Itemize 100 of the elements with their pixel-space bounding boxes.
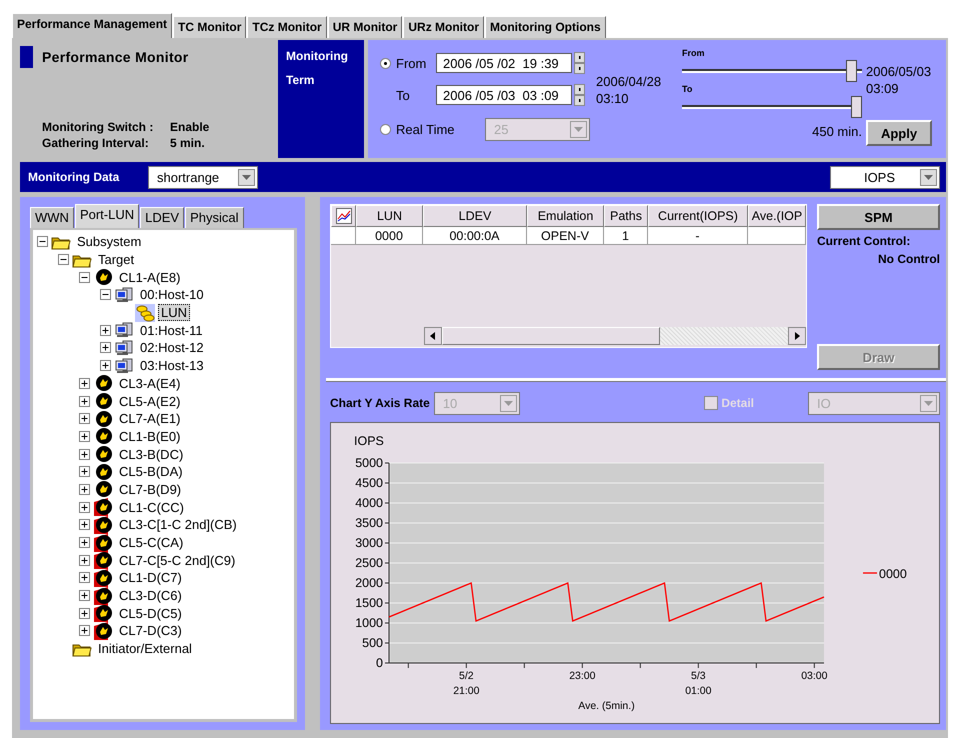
minus-box-icon[interactable]	[100, 289, 111, 300]
tree-item[interactable]: CL1-D(C7)	[116, 569, 185, 586]
plus-box-icon[interactable]	[79, 378, 90, 389]
plus-box-icon[interactable]	[79, 430, 90, 442]
tree-item[interactable]: 02:Host-12	[137, 339, 207, 356]
computer-icon	[114, 340, 134, 356]
term-title: Term	[286, 73, 314, 87]
column-header[interactable]: Current(IOPS)	[648, 205, 748, 227]
tree-item[interactable]: LUN	[158, 304, 190, 322]
computer-icon	[114, 322, 134, 338]
tree-item[interactable]: Subsystem	[74, 233, 144, 250]
plus-box-icon[interactable]	[79, 519, 90, 530]
tree-item[interactable]: CL3-B(DC)	[116, 446, 186, 463]
plus-box-icon[interactable]	[79, 625, 90, 636]
tree-item[interactable]: CL7-D(C3)	[116, 622, 185, 640]
minus-box-icon[interactable]	[37, 236, 48, 248]
to-slider[interactable]	[682, 96, 862, 118]
tree-item[interactable]: CL5-C(CA)	[116, 534, 186, 552]
date-field[interactable]: 2006 /05 /03 03 :09	[436, 85, 572, 105]
disk-stack-icon	[135, 304, 155, 322]
plus-box-icon[interactable]	[79, 608, 90, 619]
tree-item[interactable]: 00:Host-10	[137, 286, 207, 304]
tree-item[interactable]: CL5-A(E2)	[116, 392, 184, 410]
status-label: Monitoring Switch :	[42, 120, 154, 134]
plus-box-icon[interactable]	[100, 324, 111, 336]
tree-item[interactable]: CL7-C[5-C 2nd](C9)	[116, 552, 238, 569]
date-field[interactable]: 2006 /05 /02 19 :39	[436, 53, 572, 73]
tick-label: 1000	[355, 616, 383, 630]
metric-dropdown[interactable]: IOPS	[830, 166, 940, 188]
tree-item[interactable]: 01:Host-11	[137, 322, 206, 339]
column-header[interactable]: LDEV	[423, 205, 527, 227]
tab[interactable]: Monitoring Options	[485, 16, 606, 38]
plus-box-icon[interactable]	[79, 537, 90, 548]
column-header[interactable]: Paths	[604, 205, 648, 227]
tree-item[interactable]: CL1-C(CC)	[116, 498, 187, 516]
column-header[interactable]: LUN	[356, 205, 423, 227]
minus-box-icon[interactable]	[58, 254, 69, 266]
radio-button[interactable]	[380, 58, 391, 68]
column-header[interactable]: Emulation	[527, 205, 604, 227]
tab[interactable]: LDEV	[140, 207, 184, 228]
tree-item[interactable]: CL5-B(DA)	[116, 463, 186, 480]
column-header[interactable]	[331, 205, 356, 227]
from-slider[interactable]	[682, 60, 862, 82]
tree-item[interactable]: CL1-B(E0)	[116, 428, 184, 445]
tree-item[interactable]: CL3-A(E4)	[116, 374, 184, 392]
plus-box-icon[interactable]	[79, 413, 90, 424]
range-dropdown[interactable]: shortrange	[148, 166, 258, 188]
tab[interactable]: UR Monitor	[328, 16, 402, 38]
tree-item[interactable]: CL3-D(C6)	[116, 587, 185, 604]
title-marker	[20, 46, 33, 68]
slider-thumb[interactable]	[846, 60, 857, 82]
plus-box-icon[interactable]	[79, 590, 90, 602]
plus-box-icon[interactable]	[79, 448, 90, 460]
tick-label: 23:00	[569, 670, 596, 682]
tick-label: 5000	[355, 456, 383, 470]
plus-box-icon[interactable]	[79, 466, 90, 478]
field-label: To	[396, 88, 410, 102]
tree-item[interactable]: CL3-C[1-C 2nd](CB)	[116, 516, 240, 534]
tree-item[interactable]: CL5-D(C5)	[116, 604, 185, 622]
tick-label: 5/3 01:00	[685, 670, 712, 697]
slider-thumb[interactable]	[851, 96, 862, 118]
range-start-text: 2006/04/28	[596, 74, 662, 89]
plus-box-icon[interactable]	[100, 360, 111, 372]
minus-box-icon[interactable]	[79, 272, 90, 283]
plus-box-icon[interactable]	[79, 484, 90, 495]
tree-item[interactable]: Target	[95, 251, 138, 268]
status-value: Enable	[170, 120, 210, 134]
tree-item[interactable]: Initiator/External	[95, 640, 195, 658]
tab[interactable]: URz Monitor	[403, 16, 484, 38]
axis-rate-label: Chart Y Axis Rate	[330, 396, 430, 410]
tree-item[interactable]: CL7-A(E1)	[116, 410, 184, 428]
radio-label: From	[396, 56, 426, 70]
spin-buttons[interactable]	[574, 84, 585, 106]
tab[interactable]: TCz Monitor	[247, 16, 327, 38]
tree-item[interactable]: CL1-A(E8)	[116, 268, 184, 286]
tab[interactable]: TC Monitor	[173, 16, 246, 38]
tick-label: 500	[362, 636, 383, 650]
slider-label: From	[682, 48, 706, 60]
plus-box-icon[interactable]	[79, 502, 90, 513]
apply-button[interactable]: Apply	[866, 120, 932, 146]
tree-item[interactable]: 03:Host-13	[137, 357, 207, 374]
table-cell: 1	[604, 227, 648, 245]
plus-box-icon[interactable]	[100, 342, 111, 354]
plus-box-icon[interactable]	[79, 396, 90, 407]
plus-box-icon[interactable]	[79, 572, 90, 584]
horizontal-scrollbar[interactable]	[424, 327, 806, 345]
row-header-cell[interactable]	[331, 227, 356, 245]
tree-item[interactable]: CL7-B(D9)	[116, 480, 184, 498]
tab[interactable]: Physical	[185, 207, 244, 228]
tab[interactable]: Port-LUN	[74, 204, 140, 228]
table-cell: 00:00:0A	[423, 227, 527, 245]
tab[interactable]: Performance Management	[12, 13, 172, 38]
range-end-text: 2006/05/03	[866, 64, 932, 79]
tab[interactable]: WWN	[30, 207, 74, 228]
spin-buttons[interactable]	[574, 52, 585, 74]
axis-title: IOPS	[354, 434, 384, 448]
column-header[interactable]: Ave.(IOP	[748, 205, 806, 227]
plus-box-icon[interactable]	[79, 554, 90, 566]
spm-button[interactable]: SPM	[817, 204, 940, 230]
range-start-text: 03:10	[596, 91, 630, 106]
